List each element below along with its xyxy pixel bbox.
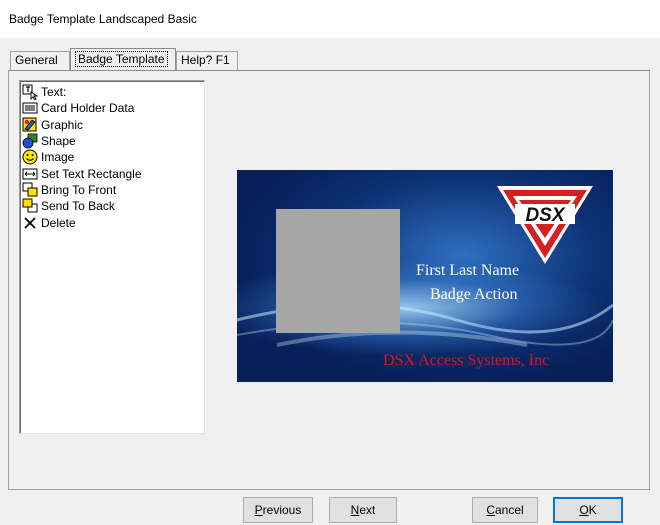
tool-label: Card Holder Data xyxy=(41,101,135,115)
send-back-icon xyxy=(22,198,38,213)
badge-preview[interactable]: DSX First Last Name Badge Action DSX Acc… xyxy=(237,170,613,382)
tab-badge-template-label: Badge Template xyxy=(75,51,168,67)
text-cursor-icon xyxy=(22,84,38,100)
tool-item-set-text-rectangle[interactable]: Set Text Rectangle xyxy=(22,166,142,182)
tool-item-bring-to-front[interactable]: Bring To Front xyxy=(22,182,116,198)
tool-item-image[interactable]: Image xyxy=(22,149,74,165)
tool-item-delete[interactable]: Delete xyxy=(22,215,76,231)
resize-icon xyxy=(22,168,38,180)
tool-item-shape[interactable]: Shape xyxy=(22,133,76,149)
delete-x-icon xyxy=(24,217,36,229)
badge-action-text: Badge Action xyxy=(430,286,518,303)
tool-item-send-to-back[interactable]: Send To Back xyxy=(22,198,115,214)
tool-label: Delete xyxy=(41,216,76,230)
tab-strip: General Help? F1 Badge Template xyxy=(8,48,648,70)
tool-label: Image xyxy=(41,150,75,164)
tool-label: Set Text Rectangle xyxy=(41,167,142,181)
photo-placeholder[interactable] xyxy=(276,209,400,333)
tool-label: Text: xyxy=(41,85,67,99)
tab-help-label: Help? F1 xyxy=(181,53,230,67)
shape-icon xyxy=(22,133,38,149)
tab-badge-template[interactable]: Badge Template xyxy=(70,48,176,70)
tool-label: Bring To Front xyxy=(41,183,117,197)
graphic-icon xyxy=(22,117,37,132)
logo-text: DSX xyxy=(525,205,565,226)
tool-item-text[interactable]: Text: xyxy=(22,84,66,100)
next-button[interactable]: Next xyxy=(329,497,397,523)
card-icon xyxy=(22,102,38,114)
tool-list[interactable]: Text: Card Holder Data Graphic Shape Ima… xyxy=(19,80,205,434)
dialog-window: Badge Template Landscaped Basic General … xyxy=(0,0,660,525)
tool-item-graphic[interactable]: Graphic xyxy=(22,117,83,133)
badge-company-text: DSX Access Systems, Inc xyxy=(383,352,550,369)
cancel-button[interactable]: Cancel xyxy=(472,497,538,523)
tab-general[interactable]: General xyxy=(10,51,70,70)
tool-label: Shape xyxy=(41,134,76,148)
window-title: Badge Template Landscaped Basic xyxy=(9,12,197,26)
tab-general-label: General xyxy=(15,53,58,67)
tab-help[interactable]: Help? F1 xyxy=(176,51,238,70)
dsx-logo: DSX xyxy=(495,184,595,266)
tool-label: Send To Back xyxy=(41,199,115,213)
smiley-icon xyxy=(22,149,38,165)
ok-button[interactable]: OK xyxy=(553,497,623,523)
bring-front-icon xyxy=(22,182,38,197)
tool-label: Graphic xyxy=(41,118,84,132)
tool-item-card-holder-data[interactable]: Card Holder Data xyxy=(22,100,134,116)
title-bar: Badge Template Landscaped Basic xyxy=(0,0,660,38)
badge-name-text: First Last Name xyxy=(416,262,520,279)
previous-button[interactable]: Previous xyxy=(243,497,313,523)
